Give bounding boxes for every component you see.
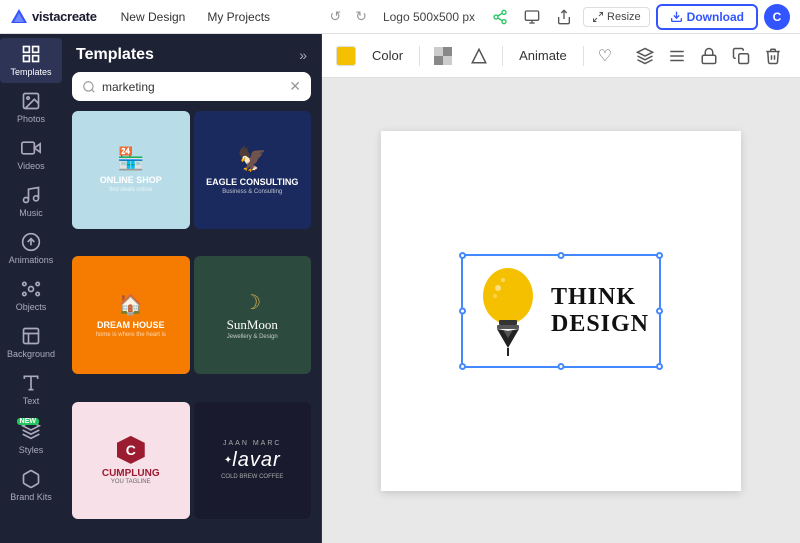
share2-icon-button[interactable] [551, 6, 577, 28]
sidebar-item-photos[interactable]: Photos [0, 85, 62, 130]
download-button[interactable]: Download [656, 4, 758, 30]
panel-header: Templates » [62, 34, 321, 72]
avatar-button[interactable]: C [764, 4, 790, 30]
share-icon-button[interactable] [487, 6, 513, 28]
canvas-surface[interactable]: THINK DESIGN [322, 78, 800, 543]
bulb-svg [473, 266, 543, 356]
canvas-area: Color Animate ♡ [322, 34, 800, 543]
top-nav: vistacreate New Design My Projects ↺ ↻ L… [0, 0, 800, 34]
logo-area: vistacreate [10, 8, 97, 26]
selection-dot-mr[interactable] [656, 307, 663, 314]
delete-button[interactable] [760, 43, 786, 69]
toolbar-divider-2 [502, 46, 503, 66]
nav-center: ↺ ↻ Logo 500x500 px Resize Download C [325, 4, 790, 30]
main-layout: Templates Photos Videos Music Animations… [0, 34, 800, 543]
new-design-button[interactable]: New Design [113, 6, 194, 28]
template-card-cumplung[interactable]: C CUMPLUNG YOU TAGLINE [72, 402, 190, 520]
logo-text: vistacreate [32, 9, 97, 24]
sidebar-item-brand-kits[interactable]: Brand Kits [0, 463, 62, 508]
selection-dot-tl[interactable] [459, 252, 466, 259]
toolbar-divider-3 [583, 46, 584, 66]
toolbar-divider-1 [419, 46, 420, 66]
selection-dot-bl[interactable] [459, 363, 466, 370]
selection-dot-tr[interactable] [656, 252, 663, 259]
sidebar-item-templates[interactable]: Templates [0, 38, 62, 83]
eagle-icon: 🦅 [237, 145, 267, 174]
hexagon-icon: C [117, 436, 145, 464]
sun-icon: ☽ [243, 290, 261, 315]
selection-dot-tm[interactable] [558, 252, 565, 259]
sidebar-item-animations[interactable]: Animations [0, 226, 62, 271]
search-bar: ✕ [72, 72, 311, 101]
lock-button[interactable] [696, 43, 722, 69]
sidebar-item-objects[interactable]: Objects [0, 273, 62, 318]
search-clear-button[interactable]: ✕ [289, 78, 301, 95]
selection-dot-ml[interactable] [459, 307, 466, 314]
sidebar-item-text[interactable]: Text [0, 367, 62, 412]
selection-dot-bm[interactable] [558, 363, 565, 370]
redo-button[interactable]: ↻ [351, 6, 371, 27]
layers-button[interactable] [632, 43, 658, 69]
undo-button[interactable]: ↺ [325, 6, 345, 27]
template-card-dream-house[interactable]: 🏠 DREAM HOUSE home is where the heart is [72, 256, 190, 374]
template-card-sunmoon[interactable]: ☽ SunMoon Jewellery & Design [194, 256, 312, 374]
house-icon: 🏠 [118, 292, 143, 317]
canvas-size-label: Logo 500x500 px [377, 8, 481, 26]
mountain-button[interactable] [466, 43, 492, 69]
align-button[interactable] [664, 43, 690, 69]
canvas-white: THINK DESIGN [381, 131, 741, 491]
my-projects-button[interactable]: My Projects [199, 6, 278, 28]
sidebar-item-music[interactable]: Music [0, 179, 62, 224]
right-icons [632, 43, 786, 69]
sidebar-item-videos[interactable]: Videos [0, 132, 62, 177]
template-card-lavar[interactable]: JAAN MARC ✦ lavar COLD BREW COFFEE [194, 402, 312, 520]
color-swatch[interactable] [336, 46, 356, 66]
styles-badge-wrap: NEW [21, 420, 41, 442]
checkerboard-button[interactable] [430, 43, 456, 69]
template-card-online-shop[interactable]: 🏪 ONLINE SHOP find deals online [72, 111, 190, 229]
animate-label[interactable]: Animate [513, 44, 573, 67]
logo-design[interactable]: THINK DESIGN [461, 254, 661, 368]
panel-title: Templates [76, 46, 154, 64]
template-card-eagle-consulting[interactable]: 🦅 EAGLE CONSULTING Business & Consulting [194, 111, 312, 229]
duplicate-button[interactable] [728, 43, 754, 69]
resize-button[interactable]: Resize [583, 7, 650, 27]
think-design-text: THINK DESIGN [551, 284, 649, 337]
lavar-text: lavar [232, 449, 280, 472]
sidebar-item-background[interactable]: Background [0, 320, 62, 365]
sidebar-icons: Templates Photos Videos Music Animations… [0, 34, 62, 543]
new-badge: NEW [17, 418, 39, 425]
monitor-icon-button[interactable] [519, 6, 545, 28]
templates-grid: 🏪 ONLINE SHOP find deals online 🦅 EAGLE … [62, 111, 321, 543]
mountain-icon [470, 47, 488, 65]
checkerboard-icon [434, 47, 452, 65]
templates-panel: Templates » ✕ 🏪 ONLINE SHOP find deals o… [62, 34, 322, 543]
logo-icon [10, 8, 28, 26]
color-label[interactable]: Color [366, 44, 409, 67]
sidebar-item-styles[interactable]: NEW Styles [0, 414, 62, 461]
canvas-toolbar: Color Animate ♡ [322, 34, 800, 78]
lavar-star: ✦ [224, 455, 232, 466]
search-input[interactable] [102, 80, 283, 94]
shop-icon: 🏪 [117, 146, 144, 172]
favorite-button[interactable]: ♡ [594, 42, 616, 70]
panel-collapse-button[interactable]: » [299, 47, 307, 63]
search-icon [82, 80, 96, 94]
selection-dot-br[interactable] [656, 363, 663, 370]
